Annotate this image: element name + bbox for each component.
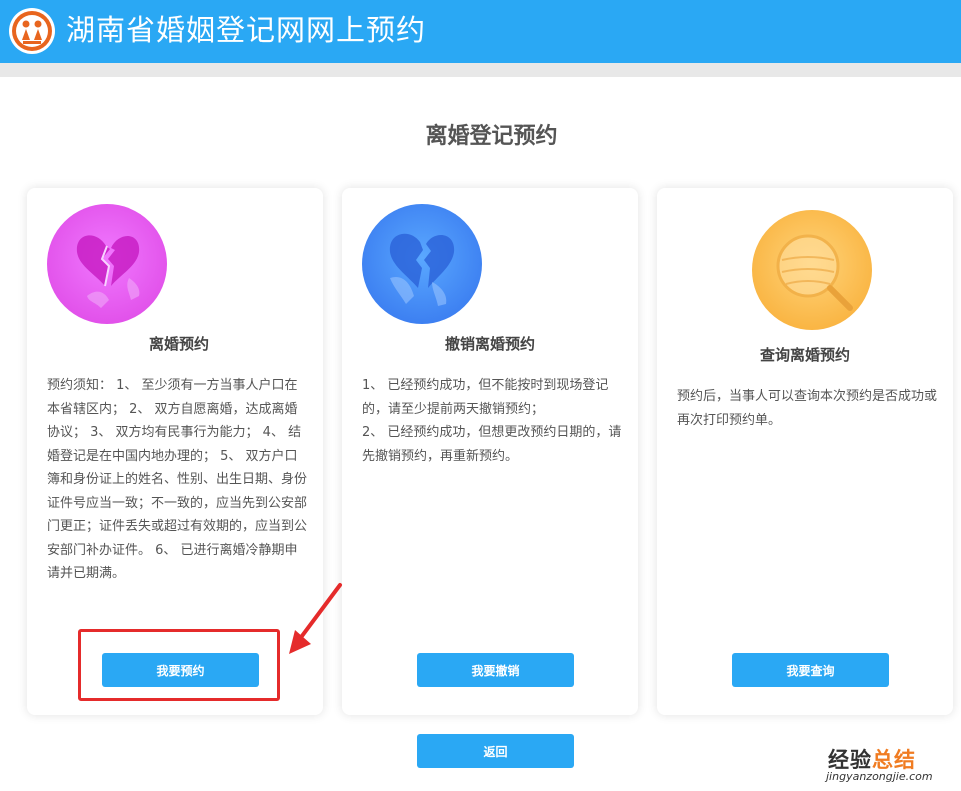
annotation-arrow-icon <box>289 583 342 654</box>
watermark-text: 经验 <box>828 748 872 772</box>
card-description: 预约后，当事人可以查询本次预约是否成功或再次打印预约单。 <box>677 389 938 428</box>
broken-heart-icon <box>47 204 167 324</box>
site-title: 湖南省婚姻登记网网上预约 <box>66 13 427 47</box>
cancel-appointment-card: 撤销离婚预约 1、 已经预约成功，但不能按时到现场登记的，请至少提前两天撤销预约… <box>342 188 638 715</box>
page-title: 离婚登记预约 <box>425 124 558 149</box>
marriage-registry-logo-icon[interactable] <box>9 8 55 54</box>
return-button[interactable]: 返回 <box>417 734 574 768</box>
watermark-url: jingyanzongjie.com <box>826 770 933 783</box>
query-appointment-button[interactable]: 我要查询 <box>732 653 889 687</box>
magnifier-icon <box>752 210 872 330</box>
card-description: 预约须知： 1、 至少须有一方当事人户口在本省辖区内； 2、 双方自愿离婚，达成… <box>47 378 308 581</box>
card-title: 撤销离婚预约 <box>445 335 536 353</box>
watermark-text: 总结 <box>872 748 916 772</box>
header-bar: 湖南省婚姻登记网网上预约 <box>0 0 961 63</box>
card-description: 1、 已经预约成功，但不能按时到现场登记的，请至少提前两天撤销预约； 2、 已经… <box>362 378 622 464</box>
highlight-box <box>78 629 280 701</box>
query-appointment-card: 查询离婚预约 预约后，当事人可以查询本次预约是否成功或再次打印预约单。 我要查询 <box>657 188 953 715</box>
card-title: 离婚预约 <box>148 335 209 353</box>
cancel-appointment-button[interactable]: 我要撤销 <box>417 653 574 687</box>
header-divider <box>0 63 961 77</box>
heart-mend-icon <box>362 204 482 324</box>
card-title: 查询离婚预约 <box>759 346 850 364</box>
